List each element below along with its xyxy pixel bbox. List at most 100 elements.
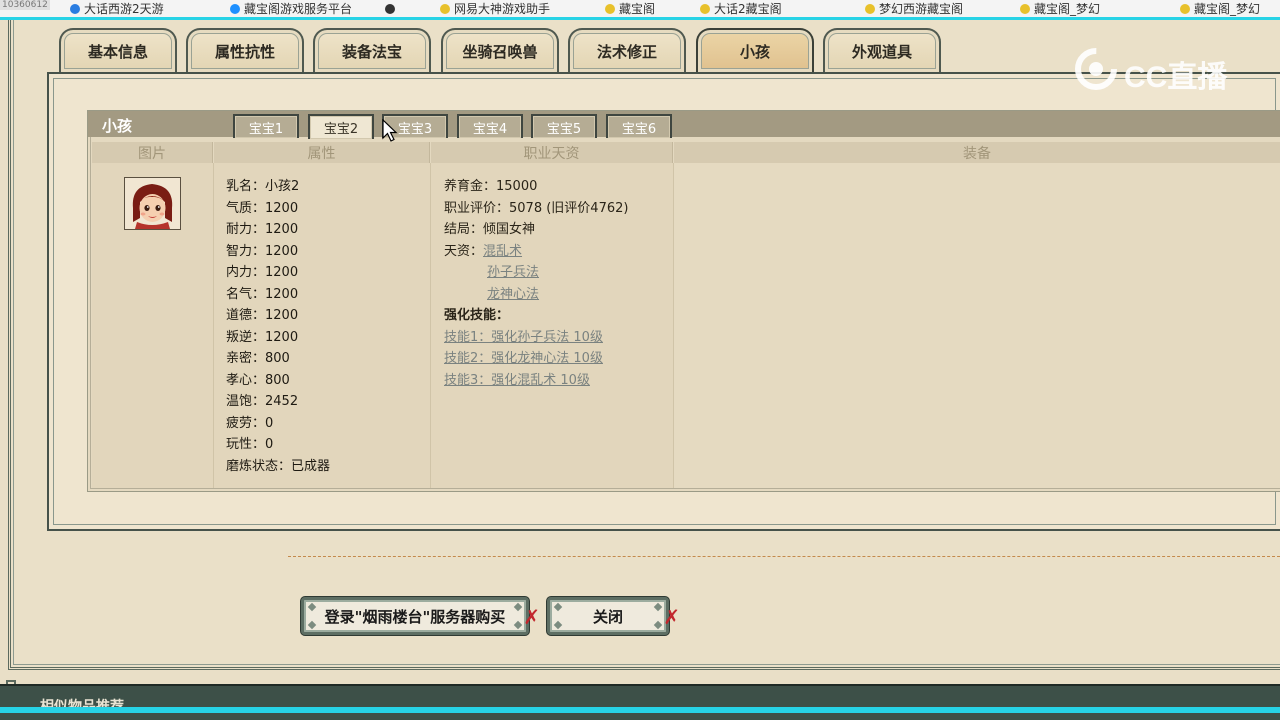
tab-mounts-summons[interactable]: 坐骑召唤兽 — [441, 28, 559, 72]
bookmark-1[interactable]: 大话西游2天游 — [70, 2, 164, 16]
corner-ornament-icon — [307, 602, 317, 612]
cc-live-watermark: CC直播 — [1072, 44, 1242, 94]
attribute-value: 小孩2 — [265, 179, 300, 194]
bookmark-7[interactable]: 梦幻西游藏宝阁 — [865, 2, 963, 16]
close-button[interactable]: 关闭 ✗ — [547, 597, 680, 635]
attribute-value: 1200 — [265, 286, 299, 302]
similar-items-bar: 相似物品推荐 — [0, 684, 1280, 720]
attribute-label: 智力： — [226, 243, 266, 259]
column-header-image: 图片 — [92, 142, 213, 163]
corner-ornament-icon — [513, 620, 523, 630]
browser-bookmark-bar: 10360612 大话西游2天游 藏宝阁游戏服务平台 网易大神游戏助手 藏宝阁 … — [0, 0, 1280, 20]
child-section-title: 小孩 — [102, 117, 133, 135]
talent-link[interactable]: 混乱术 — [483, 244, 522, 259]
column-divider — [430, 163, 431, 488]
bookmark-2[interactable]: 藏宝阁游戏服务平台 — [230, 2, 352, 16]
attribute-label: 亲密： — [226, 351, 266, 366]
tab-equipment[interactable]: 装备法宝 — [313, 28, 431, 72]
attribute-value: 1200 — [265, 222, 299, 237]
watermark-text: CC直播 — [1124, 61, 1228, 94]
bookmark-icon — [1020, 4, 1030, 14]
attribute-label: 叛逆： — [226, 329, 266, 345]
attribute-label: 温饱： — [226, 394, 266, 409]
tab-baby-5[interactable]: 宝宝5 — [531, 114, 597, 138]
column-header-attributes: 属性 — [214, 142, 430, 163]
buy-login-button[interactable]: 登录"烟雨楼台"服务器购买 ✗ — [301, 597, 540, 635]
attribute-label: 疲劳： — [226, 415, 266, 431]
corner-ornament-icon — [653, 620, 663, 630]
attribute-row: 气质：1200 — [226, 198, 330, 220]
attribute-row: 温饱：2452 — [226, 391, 330, 413]
attribute-row: 乳名：小孩2 — [226, 176, 330, 198]
attribute-row: 道德：1200 — [226, 305, 330, 327]
talent-link[interactable]: 孙子兵法 — [487, 265, 539, 280]
attribute-list: 乳名：小孩2 气质：1200 耐力：1200 智力：1200 内力：1200 名气：120… — [226, 176, 330, 477]
talent-link[interactable]: 龙神心法 — [487, 287, 539, 302]
skill-row: 技能1：强化孙子兵法 10级 — [444, 327, 628, 349]
bookmark-8[interactable]: 藏宝阁_梦幻 — [1020, 2, 1100, 16]
attribute-label: 耐力： — [226, 222, 266, 237]
attribute-label: 内力： — [226, 265, 266, 280]
bookmark-4[interactable]: 网易大神游戏助手 — [440, 2, 550, 16]
corner-ornament-icon — [553, 620, 563, 630]
bookmark-icon — [385, 4, 395, 14]
bookmark-6[interactable]: 大话2藏宝阁 — [700, 2, 782, 16]
attribute-label: 玩性： — [226, 437, 266, 452]
tab-baby-1[interactable]: 宝宝1 — [233, 114, 299, 138]
skill-link[interactable]: 技能3：强化混乱术 10级 — [444, 373, 590, 388]
bookmark-icon — [230, 4, 240, 14]
corner-text: 10360612 — [0, 0, 50, 10]
attribute-label: 名气： — [226, 286, 266, 302]
tab-baby-4[interactable]: 宝宝4 — [457, 114, 523, 138]
similar-items-title: 相似物品推荐 — [40, 696, 124, 716]
red-bow-icon: ✗ — [663, 605, 680, 629]
bookmark-3[interactable] — [385, 2, 399, 16]
skill-row: 技能3：强化混乱术 10级 — [444, 370, 628, 392]
attribute-value: 已成器 — [291, 458, 331, 474]
dashed-divider — [288, 556, 1280, 557]
attribute-value: 1200 — [265, 265, 299, 280]
mouse-cursor-icon — [382, 119, 398, 142]
column-header-career: 职业天资 — [431, 142, 673, 163]
bookmark-icon — [440, 4, 450, 14]
red-bow-icon: ✗ — [523, 605, 540, 629]
attribute-row: 内力：1200 — [226, 262, 330, 284]
fund-row: 养育金：15000 — [444, 179, 538, 194]
tab-attribute-resistance[interactable]: 属性抗性 — [186, 28, 304, 72]
column-divider — [673, 163, 674, 488]
tab-baby-2[interactable]: 宝宝2 — [308, 114, 374, 139]
child-portrait-icon — [125, 178, 180, 229]
attribute-label: 道德： — [226, 308, 266, 323]
tab-basic-info[interactable]: 基本信息 — [59, 28, 177, 72]
corner-ornament-icon — [513, 602, 523, 612]
attribute-label: 气质： — [226, 200, 266, 216]
tab-appearance-items[interactable]: 外观道具 — [823, 28, 941, 72]
bookmark-5[interactable]: 藏宝阁 — [605, 2, 655, 16]
rating-row: 职业评价：5078 (旧评价4762) — [444, 200, 629, 216]
bookmark-9[interactable]: 藏宝阁_梦幻 — [1180, 2, 1260, 16]
attribute-value: 0 — [265, 437, 274, 452]
tab-spell-correction[interactable]: 法术修正 — [568, 28, 686, 72]
attribute-row: 磨炼状态：已成器 — [226, 456, 330, 478]
tab-baby-6[interactable]: 宝宝6 — [606, 114, 672, 138]
attribute-row: 智力：1200 — [226, 241, 330, 263]
attribute-value: 1200 — [265, 329, 299, 345]
bookmark-icon — [70, 4, 80, 14]
bookmark-icon — [605, 4, 615, 14]
attribute-row: 孝心：800 — [226, 370, 330, 392]
skill-link[interactable]: 技能2：强化龙神心法 10级 — [444, 351, 603, 366]
attribute-value: 0 — [265, 415, 274, 431]
attribute-label: 磨炼状态： — [226, 458, 292, 474]
attribute-row: 名气：1200 — [226, 284, 330, 306]
corner-ornament-icon — [553, 602, 563, 612]
attribute-value: 2452 — [265, 394, 299, 409]
corner-ornament-icon — [307, 620, 317, 630]
attribute-value: 1200 — [265, 308, 299, 323]
attribute-row: 疲劳：0 — [226, 413, 330, 435]
child-avatar — [124, 177, 181, 230]
ending-row: 结局：倾国女神 — [444, 222, 536, 237]
skill-link[interactable]: 技能1：强化孙子兵法 10级 — [444, 330, 603, 345]
attribute-label: 乳名： — [226, 179, 266, 194]
column-divider — [213, 163, 214, 488]
tab-child[interactable]: 小孩 — [696, 28, 814, 72]
